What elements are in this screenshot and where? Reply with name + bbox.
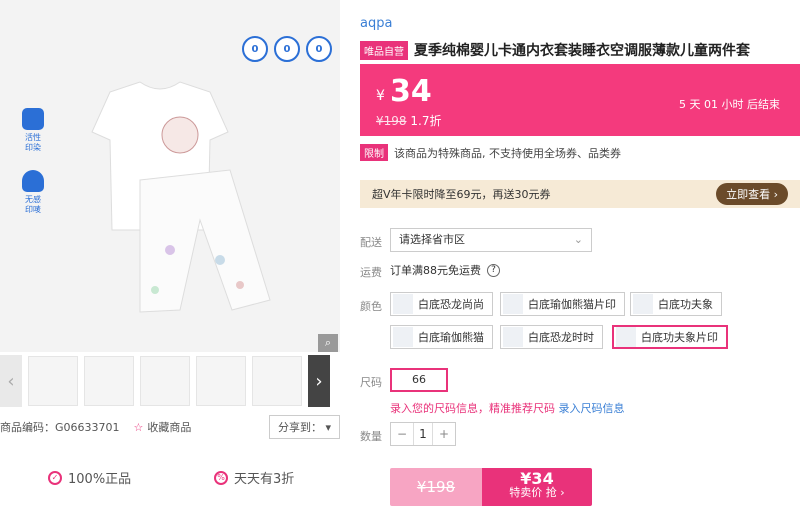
color-option-label: 白底功夫象 [658,298,713,311]
size-entry-link[interactable]: 录入尺码信息 [559,402,625,415]
guarantee-text: 天天有3折 [234,472,295,487]
thumbnail[interactable] [140,356,190,406]
swatch-image [503,294,523,314]
color-option[interactable]: 白底瑜伽熊猫片印 [500,292,625,316]
next-arrow-icon[interactable]: › [308,355,330,407]
guarantee-discount: % 天天有3折 [214,468,294,487]
size-hint: 录入您的尺码信息，精准推荐尺码 录入尺码信息 [390,400,625,416]
heart-icon[interactable]: ☆ [134,421,144,434]
restriction-text: 该商品为特殊商品, 不支持使用全场券、品类券 [394,146,621,160]
code-label: 商品编码： [0,421,55,434]
vip-view-button[interactable]: 立即查看 › [716,183,788,205]
buy-original-price: ¥198 [390,468,482,506]
color-option-label: 白底恐龙时时 [528,331,594,344]
thumbnail[interactable] [252,356,302,406]
swatch-image [503,327,523,347]
quantity-value[interactable]: 1 [413,423,433,445]
minus-button[interactable]: − [391,423,413,445]
product-meta-row: 商品编码： G06633701 ☆ 收藏商品 分享到： ▾ [0,415,340,439]
color-label: 颜色 [360,300,382,313]
share-label: 分享到： [277,421,322,434]
original-price: ¥198 1.7折 [376,112,441,129]
size-label: 尺码 [360,376,382,389]
color-option[interactable]: 白底恐龙时时 [500,325,603,349]
guarantee-genuine: ✓ 100%正品 [48,468,131,487]
badge-icon: 0 [306,36,332,62]
shipping-text: 订单满88元免运费 [390,264,481,277]
sale-price: 34 [390,74,432,109]
restriction-notice: 限制 该商品为特殊商品, 不支持使用全场券、品类券 [360,144,621,161]
shield-icon: ✓ [48,470,62,485]
price-box: ¥ 34 ¥198 1.7折 5 天 01 小时 后结束 [360,64,800,136]
brand-name[interactable]: aqpa [360,16,392,31]
plus-button[interactable]: + [433,423,455,445]
color-option-label: 白底恐龙尚尚 [418,298,484,311]
swatch-image [393,294,413,314]
percent-icon: % [214,470,228,485]
original-price-value: ¥198 [376,114,407,128]
quantity-stepper: − 1 + [390,422,456,446]
chevron-down-icon: ⌄ [573,233,583,246]
self-operated-tag: 唯品自营 [360,40,408,60]
hand-icon [22,170,44,192]
color-option[interactable]: 白底瑜伽熊猫 [390,325,493,349]
code-value: G06633701 [55,420,120,434]
thumbnail[interactable] [196,356,246,406]
discount-rate: 1.7折 [410,114,442,128]
vip-banner: 超V年卡限时降至69元，再送30元券 立即查看 › [360,180,800,208]
badge-icon: 0 [242,36,268,62]
thumbnail[interactable] [28,356,78,406]
color-option-selected[interactable]: 白底功夫象片印 [612,325,728,349]
swatch-image [633,294,653,314]
feature-label: 无感 印唛 [25,195,41,214]
help-icon[interactable]: ? [487,263,500,277]
shipping-info: 订单满88元免运费 ? [390,262,500,278]
guarantee-text: 100%正品 [68,472,132,487]
color-option-label: 白底瑜伽熊猫片印 [528,298,616,311]
thumbnail[interactable] [84,356,134,406]
feature-label: 活性 印染 [25,133,41,152]
thumbnail-strip: ‹ › [0,355,340,407]
badge-row: 0 0 0 [242,36,332,62]
badge-icon: 0 [274,36,300,62]
favorite-link[interactable]: 收藏商品 [147,419,191,435]
currency-symbol: ¥ [376,88,385,104]
buy-action-label: 特卖价 抢 › [509,486,565,499]
countdown: 5 天 01 小时 后结束 [679,98,780,111]
quantity-label: 数量 [360,430,382,443]
buy-original-value: ¥198 [416,478,456,496]
share-button[interactable]: 分享到： ▾ [268,415,340,439]
product-title-row: 唯品自营 夏季纯棉婴儿卡通内衣套装睡衣空调服薄款儿童两件套 [360,40,750,60]
color-option-label: 白底功夫象片印 [641,331,718,344]
magnifier-icon[interactable]: ⌕ [318,334,338,352]
swatch-image [393,327,413,347]
product-title: 夏季纯棉婴儿卡通内衣套装睡衣空调服薄款儿童两件套 [414,43,750,59]
size-hint-text: 录入您的尺码信息，精准推荐尺码 [390,402,555,415]
color-option-label: 白底瑜伽熊猫 [418,331,484,344]
buy-sale: ¥34 特卖价 抢 › [482,468,592,506]
region-placeholder: 请选择省市区 [399,233,465,246]
feature-no-label: 无感 印唛 [18,170,48,215]
swatch-image [616,327,636,347]
dye-icon [22,108,44,130]
buy-button[interactable]: ¥198 ¥34 特卖价 抢 › [390,468,592,506]
restriction-tag: 限制 [360,144,388,161]
feature-active-dye: 活性 印染 [18,108,48,153]
delivery-label: 配送 [360,236,382,249]
shipping-label: 运费 [360,266,382,279]
vip-text: 超V年卡限时降至69元，再送30元券 [372,188,551,201]
color-option[interactable]: 白底恐龙尚尚 [390,292,493,316]
buy-price: ¥34 [520,469,554,488]
prev-arrow-icon[interactable]: ‹ [0,355,22,407]
region-select[interactable]: 请选择省市区 ⌄ [390,228,592,252]
color-option[interactable]: 白底功夫象 [630,292,722,316]
size-option-selected[interactable]: 66 [390,368,448,392]
